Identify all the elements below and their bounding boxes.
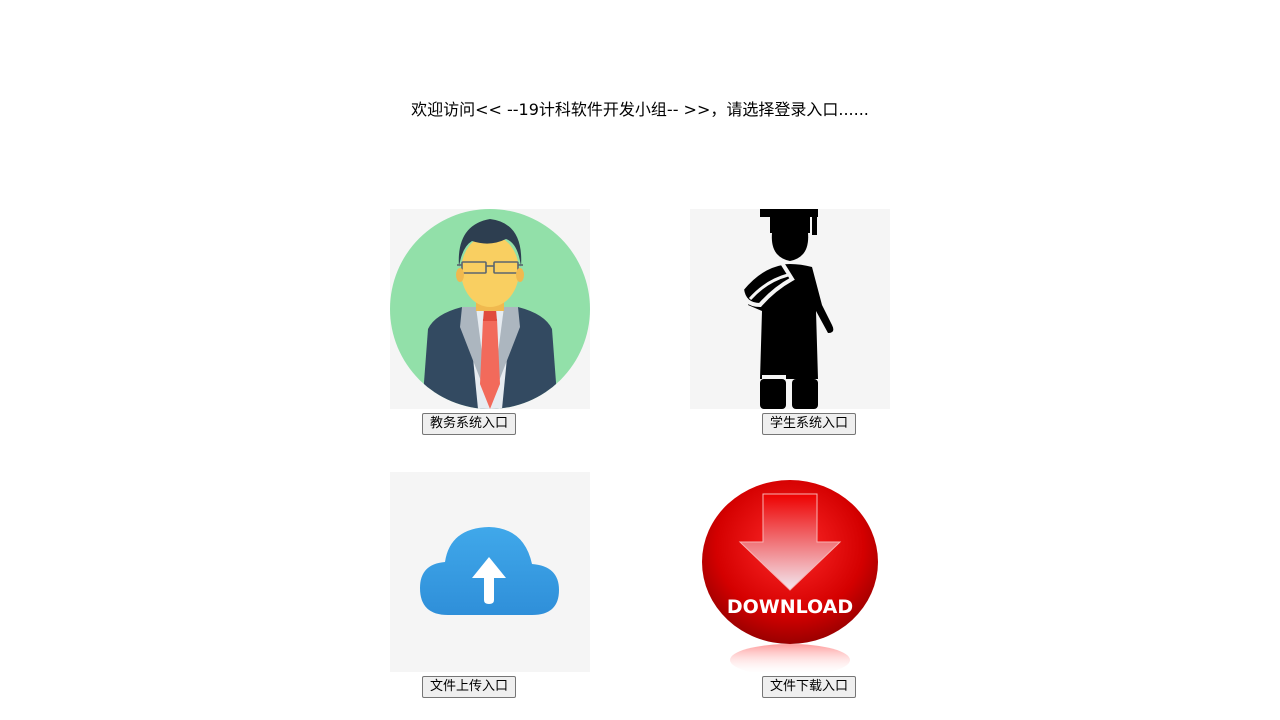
- file-upload-button[interactable]: 文件上传入口: [422, 676, 517, 698]
- cloud-upload-icon: [390, 472, 590, 672]
- student-system-button[interactable]: 学生系统入口: [762, 413, 857, 435]
- welcome-text: 欢迎访问<< --19计科软件开发小组-- >>，请选择登录入口......: [411, 100, 869, 119]
- download-button-icon: DOWNLOAD: [690, 472, 890, 672]
- file-download-button[interactable]: 文件下载入口: [762, 676, 857, 698]
- graduate-student-icon: [690, 209, 890, 409]
- download-icon-text: DOWNLOAD: [727, 596, 853, 618]
- teacher-avatar-icon: [390, 209, 590, 409]
- teacher-system-button[interactable]: 教务系统入口: [422, 413, 517, 435]
- page: 欢迎访问<< --19计科软件开发小组-- >>，请选择登录入口...... 教…: [0, 0, 1280, 720]
